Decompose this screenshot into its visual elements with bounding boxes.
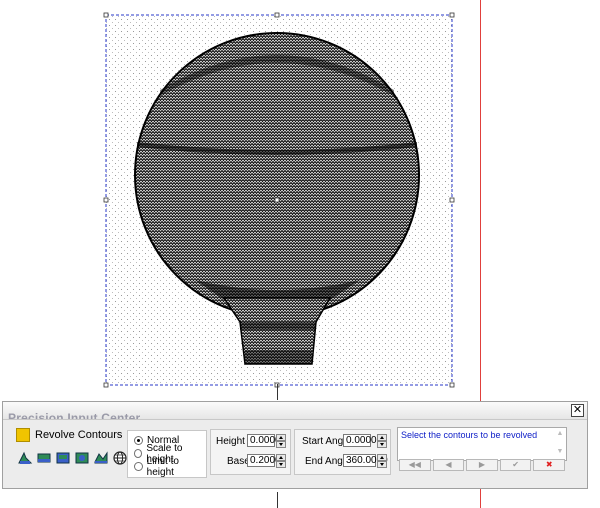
precision-input-panel: Precision Input Center ✕ Revolve Contour…: [2, 401, 588, 489]
height-label: Height: [216, 436, 245, 447]
handle-bottom-left[interactable]: [103, 382, 109, 388]
axis-line: [277, 384, 278, 400]
scroll-up-icon[interactable]: ▲: [556, 430, 564, 438]
spin-down-button[interactable]: [377, 441, 387, 448]
handle-mid-left[interactable]: [103, 197, 109, 203]
angle-group: Start Angle 0.0000 End Angle 360.0000: [294, 429, 391, 475]
handle-bottom-right[interactable]: [449, 382, 455, 388]
revolve-3-icon[interactable]: [55, 450, 71, 466]
globe-icon[interactable]: [112, 450, 128, 466]
radio-label: Limit to height: [146, 455, 179, 478]
prev-step-button[interactable]: ◀: [432, 459, 465, 471]
panel-title-bar[interactable]: Precision Input Center: [3, 402, 587, 420]
handle-top-right[interactable]: [449, 12, 455, 18]
height-spinner[interactable]: [276, 434, 286, 448]
revolve-4-icon[interactable]: [74, 450, 90, 466]
radio-button[interactable]: [134, 436, 143, 445]
spin-down-button[interactable]: [276, 441, 286, 448]
color-swatch[interactable]: [16, 428, 30, 442]
radio-limit-to-height[interactable]: Limit to height: [134, 456, 206, 478]
end-angle-spinner[interactable]: [377, 454, 387, 468]
spin-up-button[interactable]: [377, 434, 387, 441]
revolve-2-icon[interactable]: [36, 450, 52, 466]
dimension-group: Height 0.0000 Base 0.2000: [210, 429, 291, 475]
panel-title: Precision Input Center: [8, 411, 141, 420]
handle-top-left[interactable]: [103, 12, 109, 18]
prompt-message-box: Select the contours to be revolved ▲ ▼: [397, 427, 567, 461]
tool-label: Revolve Contours: [35, 429, 123, 441]
spin-up-button[interactable]: [377, 454, 387, 461]
spin-up-button[interactable]: [276, 434, 286, 441]
first-step-button[interactable]: ◀◀: [399, 459, 431, 471]
start-angle-spinner[interactable]: [377, 434, 387, 448]
next-step-button[interactable]: ▶: [466, 459, 498, 471]
wizard-nav-bar: ◀◀ ◀ ▶ ✔ ✖: [399, 459, 565, 473]
handle-center[interactable]: [274, 197, 280, 203]
spin-down-button[interactable]: [276, 461, 286, 468]
cancel-button[interactable]: ✖: [533, 459, 565, 471]
radio-button[interactable]: [134, 449, 143, 458]
tool-icon-row: [17, 450, 128, 466]
tool-section: Revolve Contours: [11, 426, 127, 484]
spin-up-button[interactable]: [276, 454, 286, 461]
revolve-5-icon[interactable]: [93, 450, 109, 466]
base-field[interactable]: 0.2000: [247, 454, 281, 467]
prompt-message: Select the contours to be revolved: [401, 430, 538, 440]
mode-radio-group: Normal Scale to height Limit to height: [127, 430, 207, 478]
close-button[interactable]: ✕: [571, 404, 584, 417]
ok-button[interactable]: ✔: [499, 459, 532, 471]
handle-mid-right[interactable]: [449, 197, 455, 203]
base-spinner[interactable]: [276, 454, 286, 468]
handle-top-mid[interactable]: [274, 12, 280, 18]
height-field[interactable]: 0.0000: [247, 434, 281, 447]
revolve-1-icon[interactable]: [17, 450, 33, 466]
axis-line-bottom: [277, 492, 278, 508]
start-angle-field[interactable]: 0.0000: [343, 434, 377, 447]
spin-down-button[interactable]: [377, 461, 387, 468]
end-angle-field[interactable]: 360.0000: [343, 454, 388, 467]
radio-button[interactable]: [134, 462, 143, 471]
scroll-down-icon[interactable]: ▼: [556, 448, 564, 456]
